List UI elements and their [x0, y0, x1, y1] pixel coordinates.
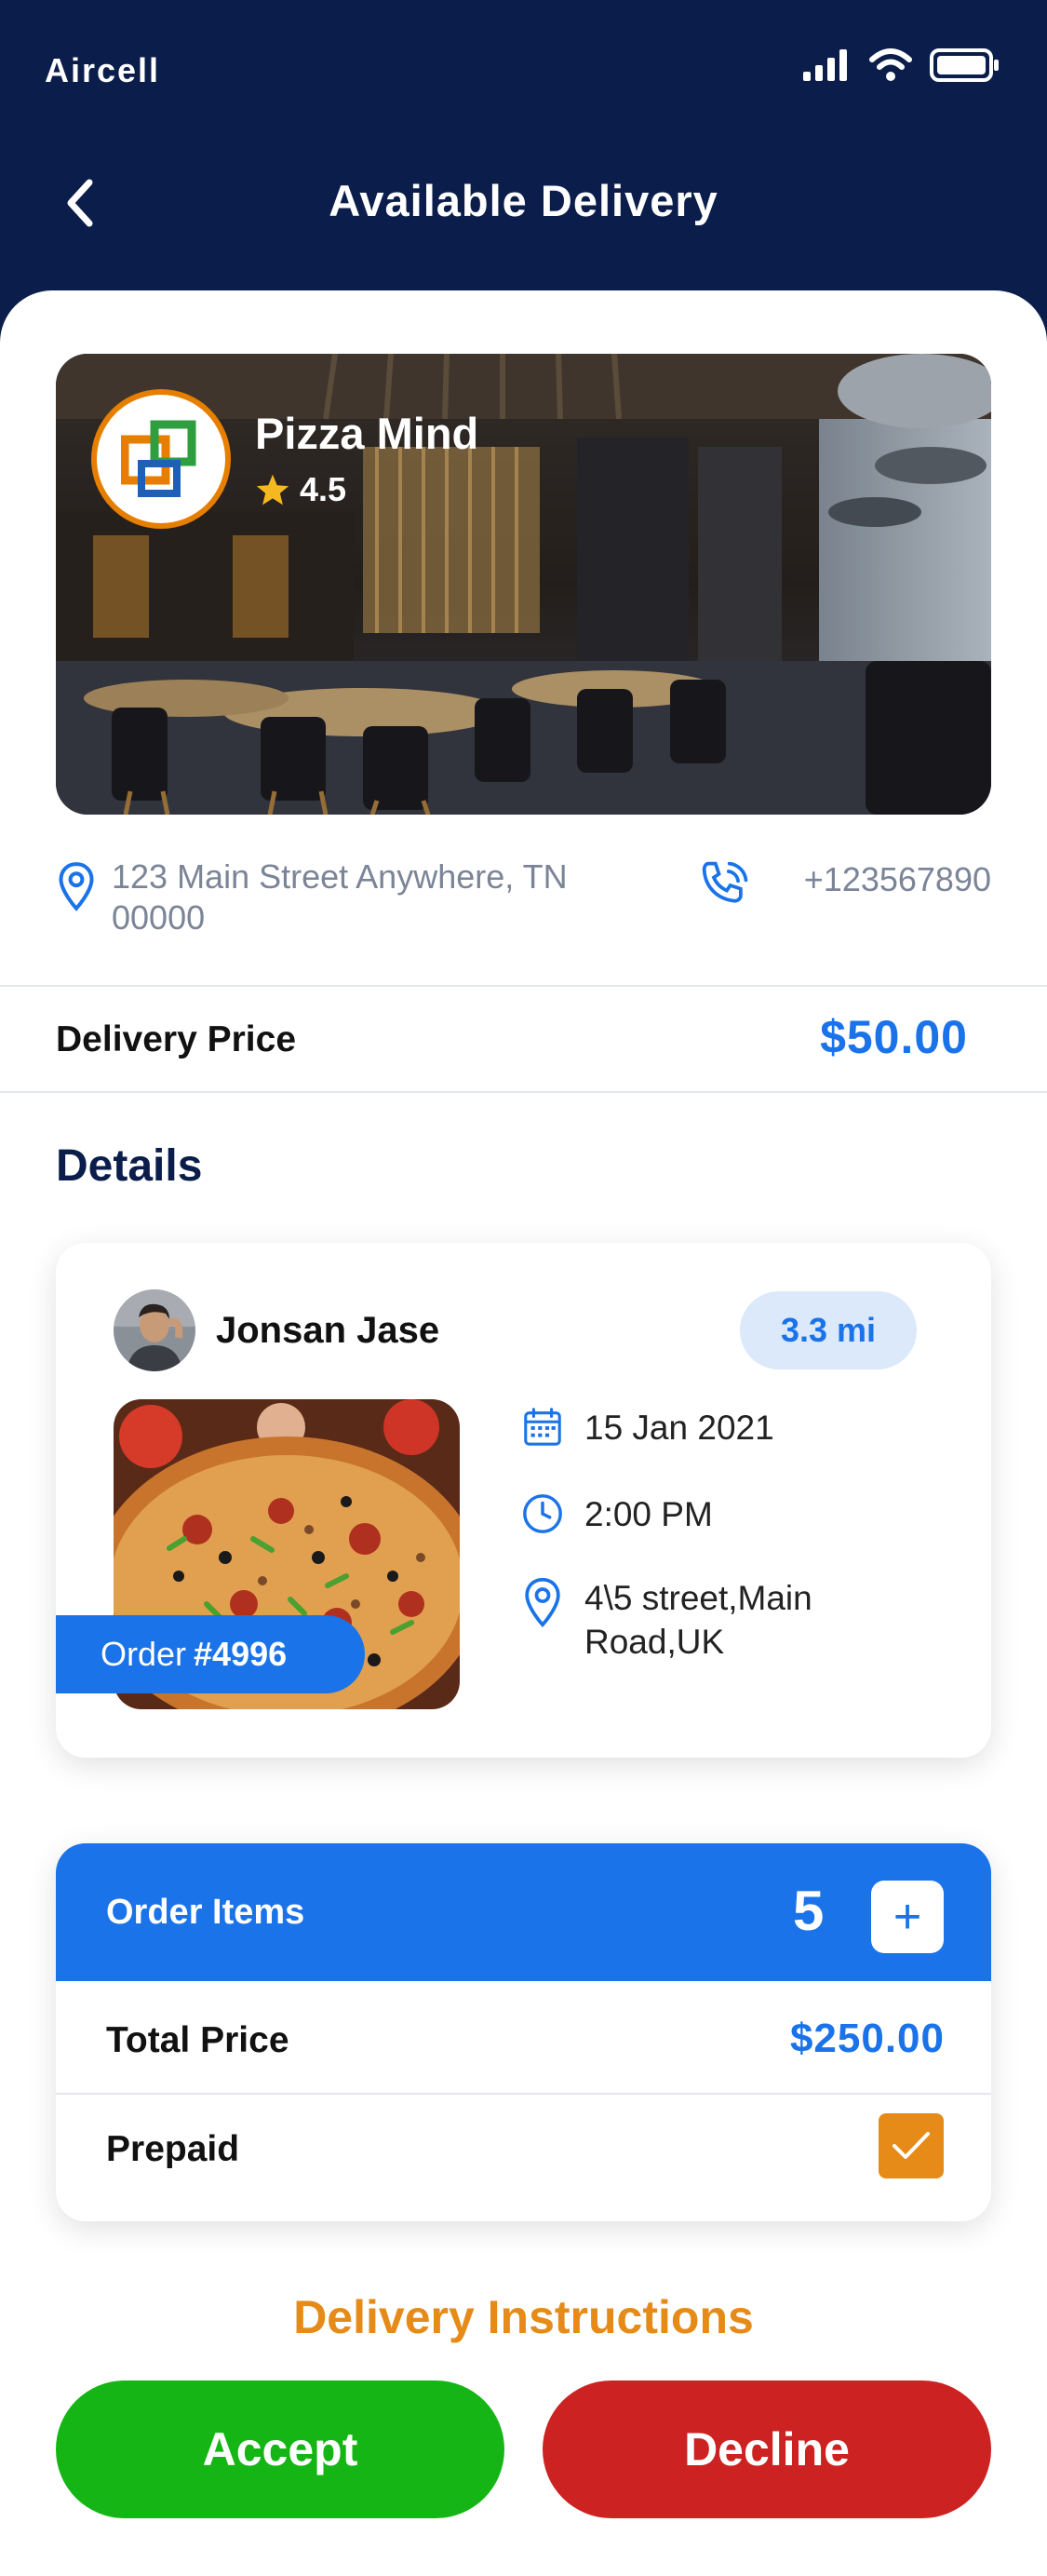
restaurant-contact-row: 123 Main Street Anywhere, TN 00000 +1235… [56, 856, 991, 940]
battery-icon [930, 48, 999, 82]
restaurant-rating: 4.5 [255, 470, 346, 509]
customer-avatar-image [114, 1289, 195, 1371]
carrier-name: Aircell [45, 51, 161, 89]
order-number: #4996 [194, 1635, 288, 1673]
total-price-label: Total Price [106, 2020, 289, 2060]
location-pin-icon [525, 1577, 560, 1628]
prepaid-label: Prepaid [106, 2129, 240, 2169]
rating-value: 4.5 [300, 470, 347, 508]
delivery-price-value: $50.00 [820, 1011, 968, 1063]
star-icon [256, 474, 289, 506]
page-title: Available Delivery [329, 176, 718, 225]
divider [56, 2093, 991, 2095]
order-time-row: 2:00 PM [521, 1492, 713, 1536]
status-bar: Aircell [0, 0, 1047, 140]
order-items-count: 5 [793, 1880, 825, 1942]
order-items-header: Order Items 5 + [56, 1843, 991, 1981]
location-pin-icon [59, 862, 94, 911]
prepaid-checkbox[interactable] [879, 2113, 944, 2178]
accept-button[interactable]: Accept [56, 2380, 504, 2518]
order-location: 4\5 street,Main Road,UK [584, 1579, 812, 1661]
order-date: 15 Jan 2021 [584, 1409, 774, 1447]
distance-badge: 3.3 mi [740, 1291, 917, 1369]
order-date-row: 15 Jan 2021 [521, 1406, 774, 1450]
checkmark-icon [893, 2132, 930, 2159]
order-number-badge: Order #4996 [56, 1615, 365, 1693]
add-item-button[interactable]: + [871, 1881, 944, 1953]
total-price-value: $250.00 [789, 2016, 945, 2061]
order-time: 2:00 PM [584, 1495, 713, 1533]
signal-icon [803, 49, 847, 81]
restaurant-logo [91, 389, 231, 529]
calendar-icon [524, 1408, 561, 1446]
customer-name: Jonsan Jase [216, 1310, 440, 1351]
restaurant-address: 123 Main Street Anywhere, TN 00000 [112, 857, 568, 937]
clock-icon [523, 1494, 562, 1533]
decline-button[interactable]: Decline [543, 2380, 991, 2518]
restaurant-phone[interactable]: +123567890 [804, 860, 991, 899]
wifi-icon [869, 48, 912, 81]
divider [0, 985, 1047, 987]
order-prefix: Order [101, 1635, 187, 1673]
avatar [114, 1289, 195, 1371]
phone-icon[interactable] [698, 858, 754, 910]
restaurant-name: Pizza Mind [255, 409, 479, 458]
details-heading: Details [56, 1141, 203, 1191]
divider [0, 1091, 1047, 1093]
order-location-row: 4\5 street,Main Road,UK [521, 1576, 873, 1664]
delivery-price-label: Delivery Price [56, 1019, 297, 1059]
app-header: Aircell Available Delivery [0, 0, 1047, 335]
order-items-label: Order Items [106, 1893, 305, 1932]
logo-icon [121, 420, 196, 497]
status-icons [803, 48, 1000, 82]
order-detail-card[interactable]: Jonsan Jase 3.3 mi Order #4996 15 Jan 20… [56, 1243, 991, 1758]
delivery-instructions-link[interactable]: Delivery Instructions [0, 2290, 1047, 2344]
order-items-card: Order Items 5 + Total Price $250.00 Prep… [56, 1843, 991, 2221]
